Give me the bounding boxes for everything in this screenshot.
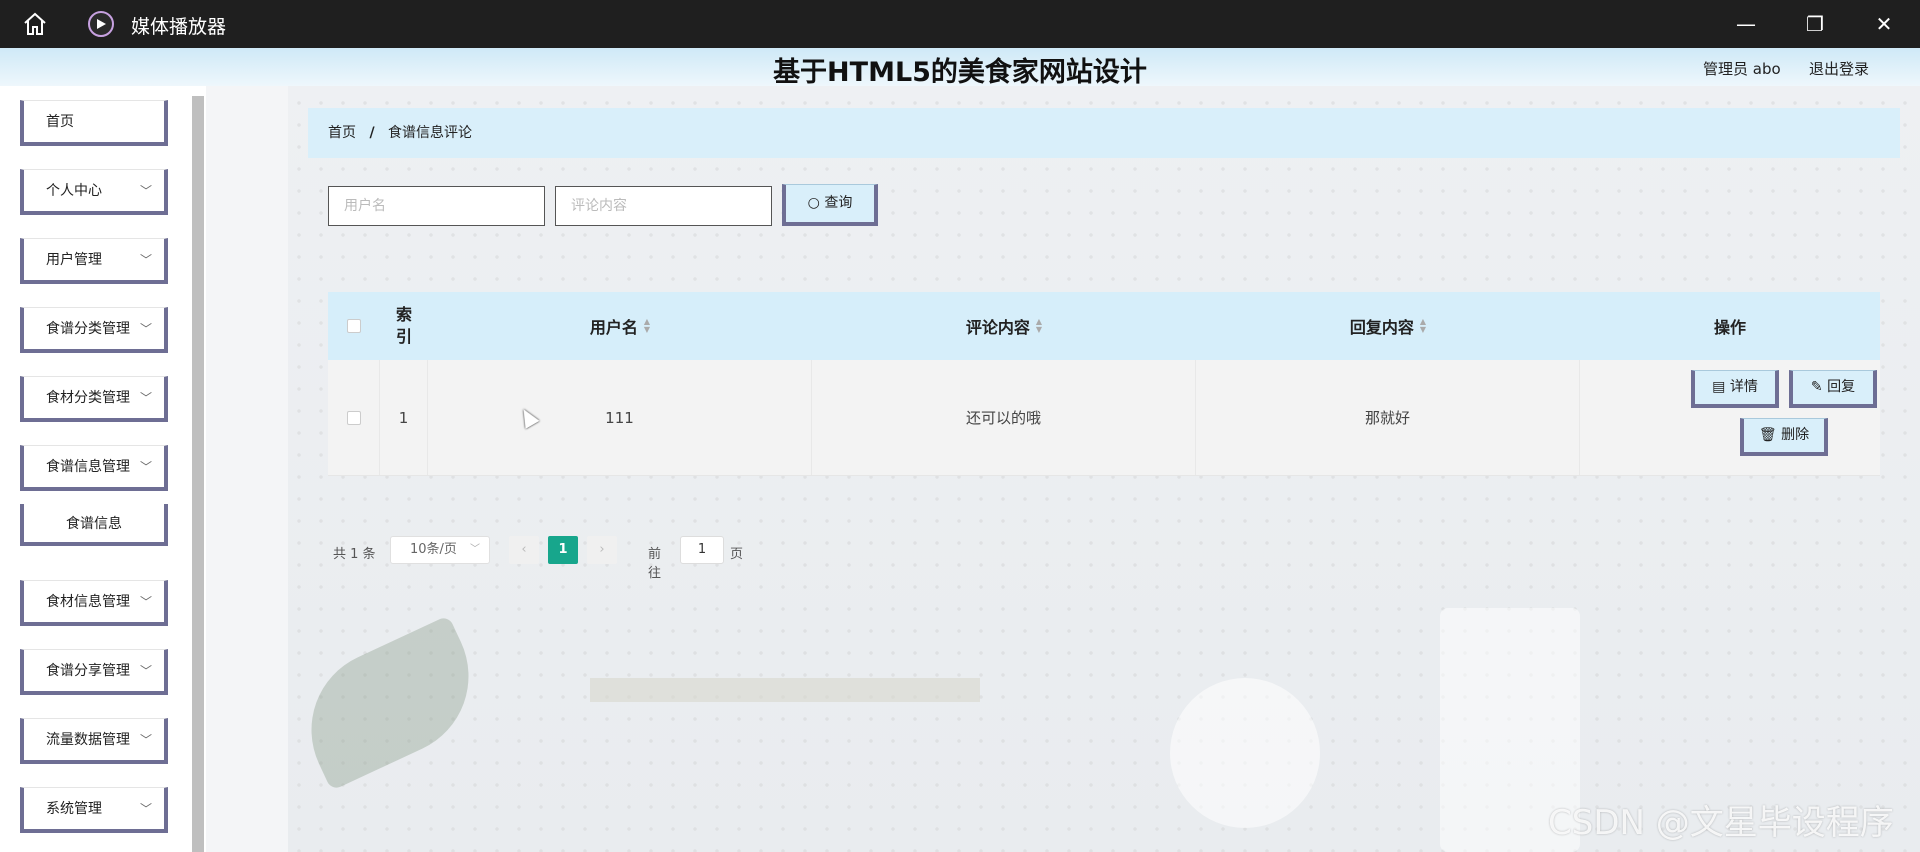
header-index: 索引 (380, 292, 428, 360)
page-number-current[interactable]: 1 (548, 536, 578, 564)
sidebar-item-label: 流量数据管理 (46, 732, 130, 748)
sidebar-item-system[interactable]: 系统管理 ﹀ (20, 787, 168, 833)
sidebar-item-recipe-info[interactable]: 食谱信息管理 ﹀ (20, 445, 168, 491)
sidebar-scrollbar[interactable] (192, 96, 204, 852)
header-comment-label: 评论内容 (965, 318, 1030, 337)
chevron-down-icon: ﹀ (139, 184, 152, 198)
chevron-down-icon: ﹀ (139, 733, 152, 747)
app-body: 基于HTML5的美食家网站设计 管理员 abo 退出登录 首页 个人中心 ﹀ 用… (0, 48, 1920, 852)
row-checkbox[interactable] (346, 410, 361, 425)
cell-actions: ▤ 详情 ✎ 回复 🗑 删除 (1580, 360, 1880, 475)
trash-icon: 🗑 (1758, 427, 1777, 443)
username-search-input[interactable] (328, 186, 545, 226)
sidebar-item-label: 个人中心 (46, 183, 102, 199)
cell-comment: 还可以的哦 (812, 360, 1196, 475)
header-reply[interactable]: 回复内容 ▲ ▼ (1196, 292, 1580, 360)
next-page-button[interactable]: › (587, 536, 617, 564)
maximize-button[interactable]: ❐ (1795, 10, 1835, 38)
sidebar-subitem-recipe-info[interactable]: 食谱信息 (20, 504, 168, 546)
table-row: 1 111 还可以的哦 那就好 ▤ 详情 ✎ 回复 🗑 删除 (328, 360, 1880, 476)
header-index-label: 索引 (395, 305, 412, 346)
sidebar-item-label: 食材分类管理 (46, 390, 130, 406)
reply-button[interactable]: ✎ 回复 (1789, 370, 1877, 408)
chevron-down-icon: ﹀ (139, 391, 152, 405)
sidebar-item-ingredient-info[interactable]: 食材信息管理 ﹀ (20, 580, 168, 626)
table-header: 索引 用户名 ▲ ▼ 评论内容 ▲ ▼ 回复内容 ▲ ▼ 操作 (328, 292, 1880, 360)
breadcrumb-home[interactable]: 首页 (328, 125, 356, 141)
cell-reply: 那就好 (1196, 360, 1580, 475)
pagination-total: 共 1 条 (333, 547, 376, 562)
page-size-value: 10条/页 (410, 542, 457, 557)
select-all-checkbox[interactable] (347, 319, 361, 333)
chevron-down-icon: ﹀ (470, 544, 480, 555)
chevron-down-icon: ﹀ (139, 802, 152, 816)
sidebar-item-label: 系统管理 (46, 801, 102, 817)
window-title: 媒体播放器 (131, 16, 227, 38)
chevron-down-icon: ﹀ (139, 460, 152, 474)
goto-unit-label: 页 (730, 547, 744, 562)
sidebar-item-recipe-share[interactable]: 食谱分享管理 ﹀ (20, 649, 168, 695)
page-title: 基于HTML5的美食家网站设计 (773, 57, 1147, 88)
row-select-cell (328, 360, 380, 475)
cell-index: 1 (380, 360, 428, 475)
close-button[interactable]: ✕ (1864, 10, 1904, 38)
delete-button-label: 删除 (1781, 427, 1810, 443)
home-icon[interactable] (22, 12, 48, 36)
sidebar-item-recipe-category[interactable]: 食谱分类管理 ﹀ (20, 307, 168, 353)
logout-link[interactable]: 退出登录 (1809, 58, 1869, 79)
sort-icon[interactable]: ▲ ▼ (644, 318, 650, 334)
edit-icon: ✎ (1810, 379, 1823, 395)
sidebar-item-label: 食谱分享管理 (46, 663, 130, 679)
sort-icon[interactable]: ▲ ▼ (1036, 318, 1042, 334)
breadcrumb: 首页 / 食谱信息评论 (308, 108, 1900, 158)
goto-page-input[interactable]: 1 (680, 536, 724, 564)
document-icon: ▤ (1712, 379, 1726, 395)
chevron-down-icon: ﹀ (139, 595, 152, 609)
search-button[interactable]: ○ 查询 (782, 184, 878, 226)
breadcrumb-current: 食谱信息评论 (388, 125, 473, 141)
breadcrumb-separator: / (369, 125, 375, 141)
user-info: 管理员 abo (1703, 60, 1781, 78)
search-button-label: 查询 (824, 195, 853, 211)
background-decoration (1170, 678, 1320, 828)
chevron-down-icon: ﹀ (139, 253, 152, 267)
header-actions-label: 操作 (1713, 318, 1746, 337)
select-all-cell (328, 292, 380, 360)
chevron-down-icon: ﹀ (139, 322, 152, 336)
sort-icon[interactable]: ▲ ▼ (1420, 318, 1426, 334)
sidebar-item-label: 首页 (46, 114, 74, 130)
prev-page-button[interactable]: ‹ (509, 536, 539, 564)
header-reply-label: 回复内容 (1349, 318, 1414, 337)
header-username[interactable]: 用户名 ▲ ▼ (428, 292, 812, 360)
goto-label: 前往 (648, 547, 662, 581)
media-player-icon (88, 11, 114, 37)
sidebar-item-label: 食谱信息管理 (46, 459, 130, 475)
detail-button[interactable]: ▤ 详情 (1691, 370, 1779, 408)
header-username-label: 用户名 (589, 318, 638, 337)
delete-button[interactable]: 🗑 删除 (1740, 418, 1828, 456)
chevron-down-icon: ﹀ (139, 664, 152, 678)
sidebar-item-profile[interactable]: 个人中心 ﹀ (20, 169, 168, 215)
sidebar-item-label: 用户管理 (46, 252, 102, 268)
sidebar-item-users[interactable]: 用户管理 ﹀ (20, 238, 168, 284)
site-header: 基于HTML5的美食家网站设计 管理员 abo 退出登录 (0, 48, 1920, 88)
detail-button-label: 详情 (1729, 379, 1758, 395)
reply-button-label: 回复 (1827, 379, 1856, 395)
sidebar-item-label: 食谱分类管理 (46, 321, 130, 337)
sidebar-item-ingredient-category[interactable]: 食材分类管理 ﹀ (20, 376, 168, 422)
page-size-select[interactable]: 10条/页 ﹀ (390, 536, 490, 564)
minimize-button[interactable]: — (1726, 10, 1766, 38)
sidebar-item-home[interactable]: 首页 (20, 100, 168, 146)
comment-search-input[interactable] (555, 186, 772, 226)
sidebar-item-traffic[interactable]: 流量数据管理 ﹀ (20, 718, 168, 764)
cell-username: 111 (428, 360, 812, 475)
sidebar-item-label: 食材信息管理 (46, 594, 130, 610)
watermark: CSDN @文星毕设程序 (1548, 803, 1894, 843)
background-decoration (590, 678, 980, 702)
window-titlebar: 媒体播放器 — ❐ ✕ (0, 0, 1920, 48)
header-actions: 操作 (1580, 292, 1880, 360)
header-comment[interactable]: 评论内容 ▲ ▼ (812, 292, 1196, 360)
search-icon: ○ (807, 195, 820, 211)
